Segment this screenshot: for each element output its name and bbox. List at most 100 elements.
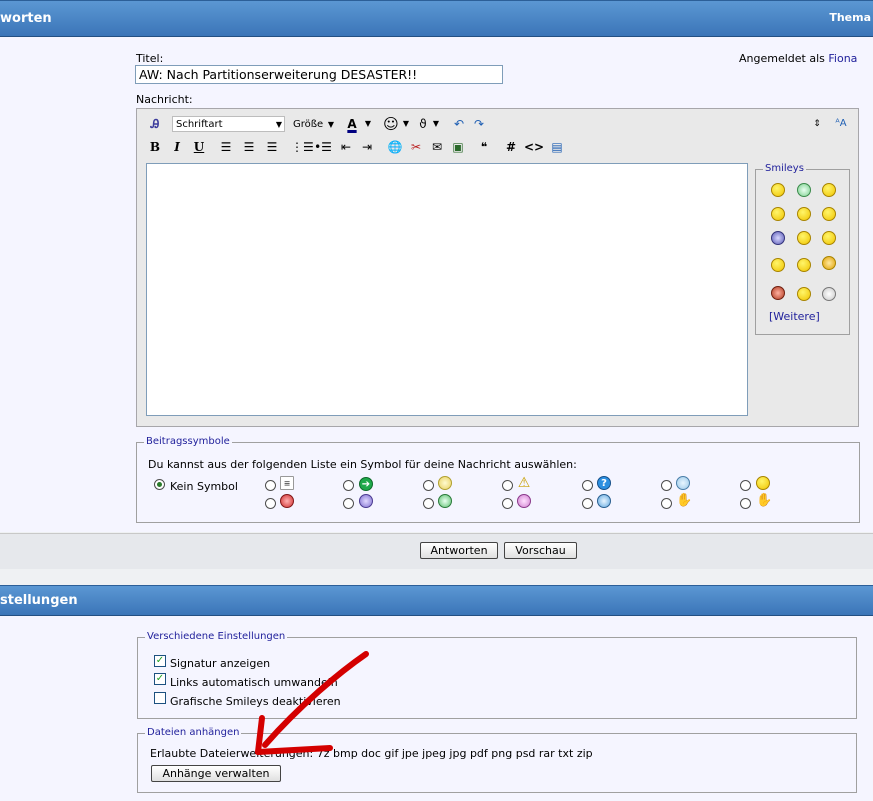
post-icon-radio[interactable] <box>502 480 513 491</box>
misc-settings-legend: Verschiedene Einstellungen <box>145 631 288 643</box>
chevron-down-icon[interactable]: ▼ <box>363 116 373 132</box>
signature-checkbox[interactable]: ✓ <box>154 655 166 667</box>
post-icon-radio[interactable] <box>502 498 513 509</box>
smiley-confused-icon[interactable] <box>797 231 811 245</box>
chevron-down-icon: ▼ <box>327 120 334 129</box>
post-icon-radio[interactable] <box>582 498 593 509</box>
php-code-icon[interactable]: ▤ <box>549 139 565 155</box>
post-icon-radio[interactable] <box>740 498 751 509</box>
smiley-angry-icon[interactable] <box>771 286 785 300</box>
settings-header-bar: stellungen <box>0 585 873 616</box>
preview-button[interactable]: Vorschau <box>504 542 577 559</box>
font-select[interactable]: Schriftart ▼ <box>172 116 285 132</box>
post-icon-none-label: Kein Symbol <box>170 480 238 493</box>
text-color-icon[interactable]: A <box>341 116 363 132</box>
indent-icon[interactable]: ⇥ <box>358 139 376 155</box>
post-icon-radio[interactable] <box>661 498 672 509</box>
insert-link-icon[interactable]: 🌐 <box>386 139 404 155</box>
smiley-sad-icon[interactable] <box>797 207 811 221</box>
italic-button[interactable]: I <box>169 139 185 155</box>
smiley-menu-icon[interactable]: ☺ <box>381 116 401 132</box>
post-icon-radio[interactable] <box>265 498 276 509</box>
size-select-value: Größe <box>293 119 324 130</box>
disable-smileys-label: Grafische Smileys deaktivieren <box>170 695 341 708</box>
chevron-down-icon[interactable]: ▼ <box>401 116 411 132</box>
signature-label: Signatur anzeigen <box>170 657 271 670</box>
align-center-icon[interactable]: ☰ <box>240 139 258 155</box>
more-smileys: [Weitere] <box>769 310 820 323</box>
smiley-smile-icon[interactable] <box>771 183 785 197</box>
auto-links-checkbox[interactable]: ✓ <box>154 673 166 685</box>
remove-format-icon[interactable]: Ꭿ <box>146 116 164 132</box>
smiley-grin-icon[interactable] <box>797 183 811 197</box>
align-right-icon[interactable]: ☰ <box>263 139 281 155</box>
message-textarea[interactable] <box>146 163 748 416</box>
post-icon-radio-none[interactable] <box>154 479 165 490</box>
code-button[interactable]: <> <box>523 139 545 155</box>
email-link-icon[interactable]: ✉ <box>428 139 446 155</box>
smiley-happy-icon[interactable] <box>771 258 785 272</box>
topic-header-link[interactable]: Thema <box>829 11 871 24</box>
attachments-legend: Dateien anhängen <box>145 727 242 739</box>
manage-attachments-button[interactable]: Anhänge verwalten <box>151 765 281 782</box>
post-icon-radio[interactable] <box>423 480 434 491</box>
warning-icon: ⚠ <box>517 475 531 491</box>
font-select-value: Schriftart <box>176 119 223 130</box>
smiley-frown-icon[interactable] <box>822 231 836 245</box>
attachments-box: Dateien anhängen <box>137 727 857 793</box>
settings-header-title: stellungen <box>0 593 78 608</box>
unlink-icon[interactable]: ✂ <box>407 139 425 155</box>
post-icons-legend: Beitragssymbole <box>144 436 232 448</box>
lightbulb-icon <box>438 476 452 490</box>
smiley-tongue-icon[interactable] <box>771 207 785 221</box>
note-icon: ≡ <box>280 476 294 490</box>
disable-smileys-checkbox[interactable] <box>154 692 166 704</box>
angry-icon <box>280 494 294 508</box>
redo-icon[interactable]: ↷ <box>469 116 489 132</box>
smiley-cool-icon[interactable] <box>822 207 836 221</box>
smile-icon <box>756 476 770 490</box>
attachment-icon[interactable]: ϑ <box>415 116 431 132</box>
login-status: Angemeldet als Fiona <box>739 52 857 65</box>
smiley-wink-icon[interactable] <box>822 183 836 197</box>
outdent-icon[interactable]: ⇤ <box>337 139 355 155</box>
font-size-toggle-icon[interactable]: ᴬA <box>831 116 851 132</box>
post-icons-intro: Du kannst aus der folgenden Liste ein Sy… <box>148 458 577 471</box>
insert-image-icon[interactable]: ▣ <box>449 139 467 155</box>
smiley-devil-icon[interactable] <box>822 256 836 270</box>
post-icon-radio[interactable] <box>265 480 276 491</box>
login-user-link[interactable]: Fiona <box>828 52 857 65</box>
post-icon-radio[interactable] <box>423 498 434 509</box>
resize-icon[interactable]: ⇕ <box>812 116 822 132</box>
more-close-bracket: ] <box>815 310 820 323</box>
post-icon-radio[interactable] <box>582 480 593 491</box>
title-input[interactable]: AW: Nach Partitionserweiterung DESASTER!… <box>135 65 503 84</box>
smiley-rolleyes-icon[interactable] <box>771 231 785 245</box>
reply-button[interactable]: Antworten <box>420 542 498 559</box>
align-left-icon[interactable]: ☰ <box>217 139 235 155</box>
cool-icon <box>676 476 690 490</box>
sad-icon <box>359 494 373 508</box>
post-icon-radio[interactable] <box>661 480 672 491</box>
message-label: Nachricht: <box>136 93 193 106</box>
smileys-legend: Smileys <box>763 163 806 175</box>
toolbar-row-2: B I U ☰ ☰ ☰ ⋮☰ •☰ ⇤ ⇥ 🌐 ✂ ✉ ▣ ❝ # <> ▤ <box>147 139 565 155</box>
unordered-list-icon[interactable]: •☰ <box>314 139 332 155</box>
size-select[interactable]: Größe ▼ <box>289 116 337 132</box>
thumbs-up-icon: ✋ <box>756 493 773 508</box>
bold-button[interactable]: B <box>147 139 163 155</box>
post-icon-radio[interactable] <box>343 480 354 491</box>
post-icon-radio[interactable] <box>343 498 354 509</box>
post-icon-radio[interactable] <box>740 480 751 491</box>
more-smileys-link[interactable]: Weitere <box>773 310 815 323</box>
underline-button[interactable]: U <box>191 139 207 155</box>
undo-icon[interactable]: ↶ <box>449 116 469 132</box>
chevron-down-icon[interactable]: ▼ <box>431 116 441 132</box>
tongue-icon <box>517 494 531 508</box>
smiley-nerd-icon[interactable] <box>797 258 811 272</box>
smiley-surprised-icon[interactable] <box>797 287 811 301</box>
quote-icon[interactable]: ❝ <box>475 139 493 155</box>
ordered-list-icon[interactable]: ⋮☰ <box>291 139 314 155</box>
smiley-shocked-icon[interactable] <box>822 287 836 301</box>
hash-button[interactable]: # <box>503 139 519 155</box>
